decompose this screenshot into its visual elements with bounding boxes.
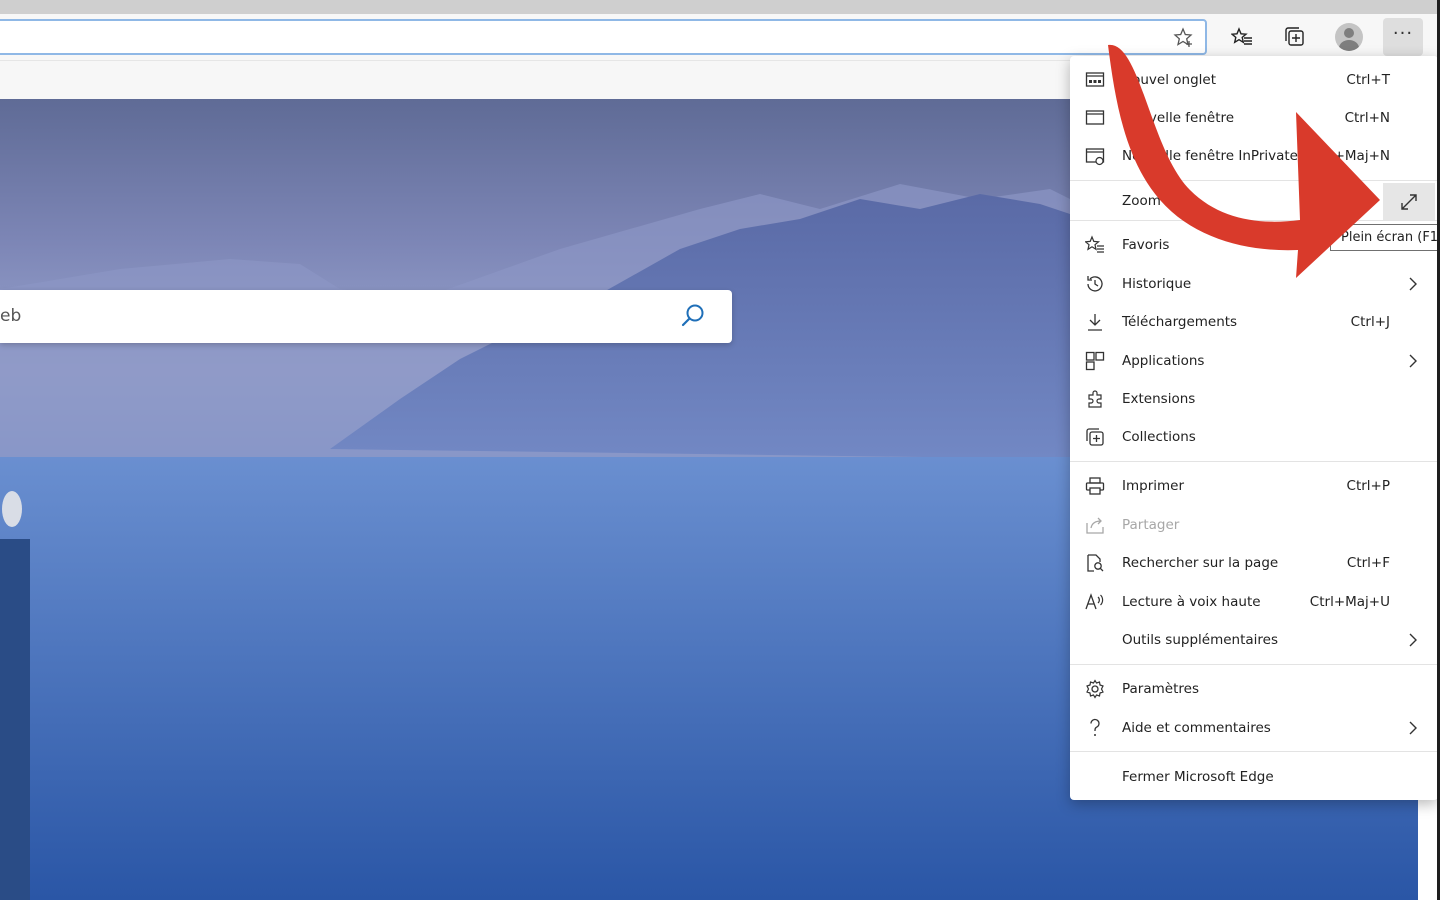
menu-item-label: Historique: [1122, 276, 1192, 292]
menu-item-label: Rechercher sur la page: [1122, 555, 1279, 571]
expand-icon: [1401, 194, 1417, 210]
menu-item-share: Partager: [1070, 506, 1438, 544]
extensions-icon: [1088, 390, 1102, 408]
menu-item-new-tab[interactable]: Nouvel onglet Ctrl+T: [1070, 61, 1438, 99]
menu-item-label: Collections: [1122, 429, 1196, 445]
menu-item-inprivate-window[interactable]: Nouvelle fenêtre InPrivate Ctrl+Maj+N: [1070, 137, 1438, 175]
menu-item-label: Nouvel onglet: [1122, 72, 1216, 88]
inprivate-icon: [1085, 148, 1105, 166]
menu-item-label: Zoom: [1122, 193, 1161, 209]
menu-item-find-on-page[interactable]: Rechercher sur la page Ctrl+F: [1070, 544, 1438, 582]
menu-item-new-window[interactable]: Nouvelle fenêtre Ctrl+N: [1070, 99, 1438, 137]
address-bar[interactable]: [0, 19, 1207, 55]
menu-item-label: Téléchargements: [1122, 314, 1238, 330]
menu-item-label: Fermer Microsoft Edge: [1122, 769, 1274, 785]
download-icon: [1088, 314, 1102, 331]
search-icon[interactable]: [680, 303, 706, 329]
new-window-icon: [1085, 110, 1105, 125]
settings-more-button[interactable]: ···: [1383, 18, 1423, 56]
menu-item-label: Favoris: [1122, 237, 1170, 253]
menu-item-apps[interactable]: Applications: [1070, 342, 1438, 380]
find-icon: [1087, 554, 1104, 572]
menu-item-history[interactable]: Historique: [1070, 265, 1438, 303]
new-tab-icon: [1085, 72, 1105, 87]
menu-item-label: Extensions: [1122, 391, 1196, 407]
menu-item-label: Imprimer: [1122, 478, 1185, 494]
collections-icon: [1086, 428, 1104, 446]
menu-item-read-aloud[interactable]: Lecture à voix haute Ctrl+Maj+U: [1070, 583, 1438, 621]
menu-item-more-tools[interactable]: Outils supplémentaires: [1070, 621, 1438, 659]
favorites-button[interactable]: [1222, 18, 1262, 56]
web-search-box[interactable]: eb: [0, 290, 732, 343]
tab-strip: [0, 0, 1440, 14]
chevron-right-icon: [1409, 277, 1417, 291]
menu-item-help[interactable]: Aide et commentaires: [1070, 709, 1438, 747]
menu-item-shortcut: Ctrl+P: [1346, 478, 1390, 494]
settings-more-menu: Nouvel onglet Ctrl+T Nouvelle fenêtre Ct…: [1070, 56, 1438, 800]
menu-item-downloads[interactable]: Téléchargements Ctrl+J: [1070, 303, 1438, 341]
apps-icon: [1085, 351, 1105, 371]
share-icon: [1086, 517, 1104, 534]
menu-item-label: Paramètres: [1122, 681, 1199, 697]
search-input[interactable]: eb: [0, 306, 21, 326]
print-icon: [1085, 477, 1105, 495]
chevron-right-icon: [1409, 354, 1417, 368]
star-add-icon[interactable]: [1173, 27, 1195, 49]
collections-button[interactable]: [1275, 18, 1315, 56]
help-icon: [1090, 718, 1100, 736]
menu-item-shortcut: Ctrl+Maj+N: [1309, 148, 1390, 164]
read-aloud-icon: [1085, 593, 1104, 610]
menu-separator: [1070, 664, 1438, 665]
menu-item-shortcut: Ctrl+F: [1346, 555, 1390, 571]
menu-item-label: Partager: [1122, 517, 1180, 533]
chevron-right-icon: [1409, 721, 1417, 735]
menu-separator: [1070, 461, 1438, 462]
menu-item-label: Lecture à voix haute: [1122, 594, 1261, 610]
history-icon: [1087, 276, 1103, 292]
favorites-icon: [1085, 235, 1104, 253]
menu-separator: [1070, 220, 1438, 221]
browser-toolbar: ···: [0, 14, 1440, 60]
menu-item-print[interactable]: Imprimer Ctrl+P: [1070, 467, 1438, 505]
menu-item-shortcut: Ctrl+J: [1350, 314, 1390, 330]
menu-item-label: Aide et commentaires: [1122, 720, 1271, 736]
menu-item-shortcut: Ctrl+Maj+U: [1309, 594, 1390, 610]
menu-item-shortcut: Ctrl+N: [1344, 110, 1390, 126]
fullscreen-button[interactable]: [1383, 183, 1435, 221]
profile-button[interactable]: [1329, 18, 1369, 56]
collections-icon: [1285, 27, 1304, 46]
more-icon: ···: [1392, 23, 1414, 44]
menu-item-label: Outils supplémentaires: [1122, 632, 1279, 648]
menu-item-settings[interactable]: Paramètres: [1070, 670, 1438, 708]
settings-icon: [1086, 679, 1104, 699]
favorites-icon: [1231, 27, 1252, 45]
menu-separator: [1070, 751, 1438, 752]
menu-item-shortcut: Ctrl+T: [1346, 72, 1390, 88]
fullscreen-tooltip: Plein écran (F11): [1330, 224, 1438, 251]
menu-separator: [1070, 180, 1438, 181]
menu-item-label: Nouvelle fenêtre: [1122, 110, 1235, 126]
menu-item-label: Applications: [1122, 353, 1205, 369]
chevron-right-icon: [1409, 633, 1417, 647]
menu-item-collections[interactable]: Collections: [1070, 418, 1438, 456]
avatar: [1335, 23, 1363, 51]
menu-item-close-edge[interactable]: Fermer Microsoft Edge: [1070, 758, 1438, 796]
menu-item-extensions[interactable]: Extensions: [1070, 380, 1438, 418]
menu-item-label: Nouvelle fenêtre InPrivate: [1122, 148, 1298, 164]
